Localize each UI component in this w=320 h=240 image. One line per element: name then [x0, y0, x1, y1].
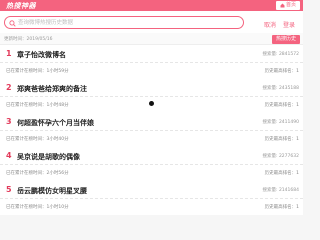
search-count: 搜索量: 2277632 [262, 154, 300, 159]
rank-number: 5 [6, 185, 12, 194]
on-list-duration: 已在累计在榜时间：2小时56分 [6, 170, 69, 176]
list-item-foot: 已在累计在榜时间：3小时40分 历史最高排名：1 [0, 132, 303, 145]
list-item-head: 5 岳云鹏模仿女明星叉腰 搜索量: 2141684 [0, 181, 303, 199]
search-count: 搜索量: 2141684 [262, 188, 300, 193]
list-item-foot: 已在累计在榜时间：1小时10分 历史最高排名：1 [0, 200, 303, 213]
search-box[interactable] [4, 16, 244, 29]
rank-number: 3 [6, 117, 12, 126]
list-item[interactable]: 4 吴京说是胡歌的偶像 搜索量: 2277632 已在累计在榜时间：2小时56分… [0, 147, 303, 181]
list-item-foot: 已在累计在榜时间：2小时56分 历史最高排名：1 [0, 166, 303, 179]
list-item[interactable]: 1 章子怡改微博名 搜索量: 2841572 已在累计在榜时间：1小时59分 历… [0, 45, 303, 79]
home-button-label: 首页 [285, 2, 296, 8]
list-item[interactable]: 3 何超盈怀孕六个月当伴娘 搜索量: 2411490 已在累计在榜时间：3小时4… [0, 113, 303, 147]
update-time: 更新时间：2019/05/16 [4, 37, 53, 42]
rank-number: 4 [6, 151, 12, 160]
hot-search-history-button[interactable]: 热搜历史 [271, 34, 300, 44]
peak-rank: 历史最高排名：1 [264, 102, 299, 108]
list-item-head: 1 章子怡改微博名 搜索量: 2841572 [0, 45, 303, 63]
on-list-duration: 已在累计在榜时间：1小时59分 [6, 68, 69, 74]
cancel-button[interactable]: 取消 [264, 20, 276, 29]
on-list-duration: 已在累计在榜时间：1小时10分 [6, 204, 69, 210]
search-count: 搜索量: 2411490 [262, 120, 300, 125]
list-item-head: 3 何超盈怀孕六个月当伴娘 搜索量: 2411490 [0, 113, 303, 131]
top-bar: 热搜神器 首页 [0, 0, 303, 11]
topic-title[interactable]: 何超盈怀孕六个月当伴娘 [17, 118, 94, 128]
on-list-duration: 已在累计在榜时间：1小时48分 [6, 102, 69, 108]
search-row: 取消 登录 [0, 11, 303, 33]
list-item[interactable]: 5 岳云鹏模仿女明星叉腰 搜索量: 2141684 已在累计在榜时间：1小时10… [0, 181, 303, 215]
peak-rank: 历史最高排名：1 [264, 136, 299, 142]
search-icon [9, 19, 16, 27]
rank-number: 2 [6, 83, 12, 92]
list-item-foot: 已在累计在榜时间：1小时59分 历史最高排名：1 [0, 64, 303, 77]
app-logo[interactable]: 热搜神器 [6, 1, 36, 11]
peak-rank: 历史最高排名：1 [264, 204, 299, 210]
mouse-cursor-dot [149, 101, 154, 106]
search-count: 搜索量: 2435188 [262, 86, 300, 91]
list-item[interactable]: 2 郑爽爸爸给郑爽的备注 搜索量: 2435188 已在累计在榜时间：1小时48… [0, 79, 303, 113]
peak-rank: 历史最高排名：1 [264, 170, 299, 176]
login-button[interactable]: 登录 [283, 20, 295, 29]
topic-title[interactable]: 岳云鹏模仿女明星叉腰 [17, 186, 87, 196]
search-count: 搜索量: 2841572 [262, 52, 300, 57]
peak-rank: 历史最高排名：1 [264, 68, 299, 74]
rank-number: 1 [6, 49, 12, 58]
home-button[interactable]: 首页 [275, 1, 300, 10]
search-input[interactable] [18, 18, 218, 28]
topic-title[interactable]: 郑爽爸爸给郑爽的备注 [17, 84, 87, 94]
home-icon [280, 3, 285, 8]
list-item-head: 4 吴京说是胡歌的偶像 搜索量: 2277632 [0, 147, 303, 165]
topic-title[interactable]: 章子怡改微博名 [17, 50, 66, 60]
on-list-duration: 已在累计在榜时间：3小时40分 [6, 136, 69, 142]
topic-title[interactable]: 吴京说是胡歌的偶像 [17, 152, 80, 162]
update-time-bar: 更新时间：2019/05/16 热搜历史 [0, 33, 303, 45]
list-item-head: 2 郑爽爸爸给郑爽的备注 搜索量: 2435188 [0, 79, 303, 97]
